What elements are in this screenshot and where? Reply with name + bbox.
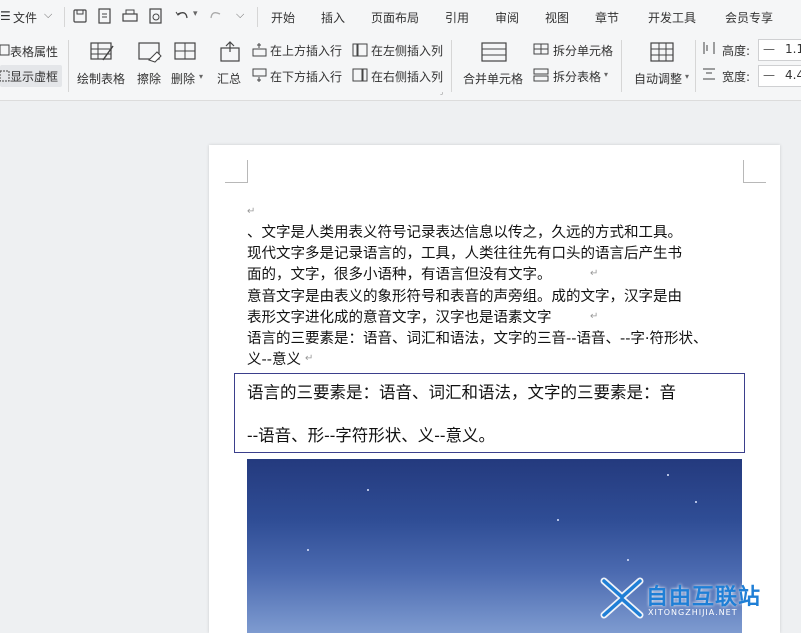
auto-fit-icon: [650, 42, 674, 62]
split-table-icon: [533, 68, 549, 82]
insert-row-above-icon: [252, 43, 267, 57]
body-paragraph[interactable]: 意音文字是由表义的象形符号和表音的声旁组。成的文字，汉字是由: [247, 285, 682, 306]
tab-developer[interactable]: 开发工具: [648, 9, 696, 26]
split-table-button[interactable]: 拆分表格: [553, 68, 601, 85]
star: [307, 549, 309, 551]
star: [667, 474, 669, 476]
margin-corner-marker: [743, 160, 766, 183]
divider: [64, 7, 65, 27]
site-watermark: 自由互联站 XITONGZHIJIA.NET: [600, 575, 800, 625]
watermark-subtext: XITONGZHIJIA.NET: [648, 608, 738, 617]
margin-corner-marker: [225, 160, 248, 183]
split-cells-icon: [533, 43, 549, 55]
print-icon[interactable]: [122, 8, 138, 24]
undo-icon[interactable]: [174, 8, 190, 24]
customize-toolbar-icon[interactable]: ⌵: [236, 8, 244, 22]
height-value[interactable]: 1.1: [785, 42, 801, 56]
ribbon-table-tools: 表格属性 显示虚框 绘制表格 擦除 删除 ▾ 汇总 在上方插入行 在下方插入行 …: [0, 34, 801, 101]
summary-icon: [220, 41, 240, 62]
chevron-down-icon[interactable]: ⌵: [44, 8, 52, 22]
decrease-width-button[interactable]: —: [763, 68, 775, 82]
height-label: 高度:: [722, 44, 751, 58]
chevron-down-icon[interactable]: ▾: [685, 72, 689, 81]
paragraph-mark: ↵: [590, 268, 599, 279]
decrease-height-button[interactable]: —: [763, 42, 775, 56]
auto-fit-button[interactable]: 自动调整: [634, 70, 682, 87]
watermark-text: 自由互联站: [646, 585, 762, 610]
tab-insert[interactable]: 插入: [321, 9, 345, 26]
gridlines-icon: [0, 70, 10, 82]
divider: [621, 40, 622, 92]
body-paragraph[interactable]: 义--意义: [247, 348, 301, 369]
insert-column-left-icon: [352, 43, 368, 57]
table-properties-icon: [0, 44, 10, 56]
insert-row-below-button[interactable]: 在下方插入行: [270, 68, 342, 85]
save-icon[interactable]: [72, 8, 88, 24]
paragraph-mark: ↵: [305, 353, 314, 364]
split-cells-button[interactable]: 拆分单元格: [553, 42, 613, 59]
menu-bar: ☰ 文件 ⌵ ▾ ⌵ 开始 插入 页面布局 引用 审阅 视图 章节 开发工具 会…: [0, 0, 801, 35]
hamburger-icon[interactable]: ☰: [0, 9, 11, 23]
width-value[interactable]: 4.4: [785, 68, 801, 82]
star: [627, 559, 629, 561]
tab-member[interactable]: 会员专享: [725, 9, 773, 26]
undo-dropdown-icon[interactable]: ▾: [193, 9, 198, 19]
paragraph-mark: ↵: [590, 311, 599, 322]
redo-icon[interactable]: [208, 8, 224, 24]
body-paragraph[interactable]: 、文字是人类用表义符号记录表达信息以传之，久远的方式和工具。: [247, 221, 682, 242]
table-properties-button[interactable]: 表格属性: [10, 43, 58, 60]
divider: [451, 40, 452, 92]
body-paragraph[interactable]: 面的，文字，很多小语种，有语言但没有文字。: [247, 263, 552, 284]
column-width-stepper[interactable]: — 4.4: [758, 65, 801, 87]
tab-review[interactable]: 审阅: [495, 9, 519, 26]
chevron-down-icon[interactable]: ▾: [604, 70, 608, 79]
star: [367, 489, 369, 491]
insert-row-above-button[interactable]: 在上方插入行: [270, 42, 342, 59]
dialog-launcher-icon[interactable]: ⌟: [440, 88, 443, 96]
body-paragraph[interactable]: 现代文字多是记录语言的，工具，人类往往先有口头的语言后产生书: [247, 242, 682, 263]
draw-table-button[interactable]: 绘制表格: [77, 70, 125, 87]
merge-cells-button[interactable]: 合并单元格: [463, 70, 523, 87]
print-preview-icon[interactable]: [148, 8, 164, 24]
watermark-logo-icon: [600, 577, 644, 619]
width-label: 宽度:: [722, 70, 751, 84]
row-height-icon: [703, 42, 715, 54]
tab-page-layout[interactable]: 页面布局: [371, 9, 419, 26]
delete-table-icon: [174, 42, 196, 60]
tab-view[interactable]: 视图: [545, 9, 569, 26]
merge-cells-icon: [481, 42, 507, 62]
star: [557, 519, 559, 521]
divider: [695, 40, 696, 92]
star: [695, 501, 697, 503]
column-width-icon: [703, 68, 715, 80]
delete-button[interactable]: 删除: [171, 70, 195, 87]
insert-row-below-icon: [252, 68, 267, 82]
file-menu[interactable]: 文件: [13, 9, 37, 26]
row-height-stepper[interactable]: — 1.1: [758, 39, 801, 61]
divider: [68, 40, 69, 92]
tab-references[interactable]: 引用: [445, 9, 469, 26]
chevron-down-icon[interactable]: ▾: [199, 72, 203, 81]
text-box[interactable]: 语言的三要素是：语音、词汇和语法，文字的三要素是：音 --语音、形--字符形状、…: [234, 373, 745, 453]
body-paragraph[interactable]: 表形文字进化成的意音文字，汉字也是语素文字: [247, 306, 552, 327]
body-paragraph[interactable]: 语言的三要素是：语音、词汇和语法，文字的三音--语音、--字·符形状、: [247, 327, 708, 348]
text-box-line[interactable]: --语音、形--字符形状、义--意义。: [247, 422, 495, 446]
paragraph-mark: ↵: [247, 206, 256, 217]
erase-button[interactable]: 擦除: [137, 70, 161, 87]
export-pdf-icon[interactable]: [97, 8, 113, 24]
show-gridlines-button[interactable]: 显示虚框: [0, 65, 62, 87]
text-box-line[interactable]: 语言的三要素是：语音、词汇和语法，文字的三要素是：音: [247, 379, 676, 403]
draw-table-icon: [90, 42, 114, 61]
insert-column-right-button[interactable]: 在右侧插入列: [371, 68, 443, 85]
tab-home[interactable]: 开始: [271, 9, 295, 26]
summary-button[interactable]: 汇总: [217, 70, 241, 87]
divider: [257, 7, 258, 27]
insert-column-left-button[interactable]: 在左侧插入列: [371, 42, 443, 59]
eraser-icon: [138, 42, 162, 63]
insert-column-right-icon: [352, 68, 368, 82]
tab-chapter[interactable]: 章节: [595, 9, 619, 26]
show-gridlines-label: 显示虚框: [10, 70, 59, 84]
